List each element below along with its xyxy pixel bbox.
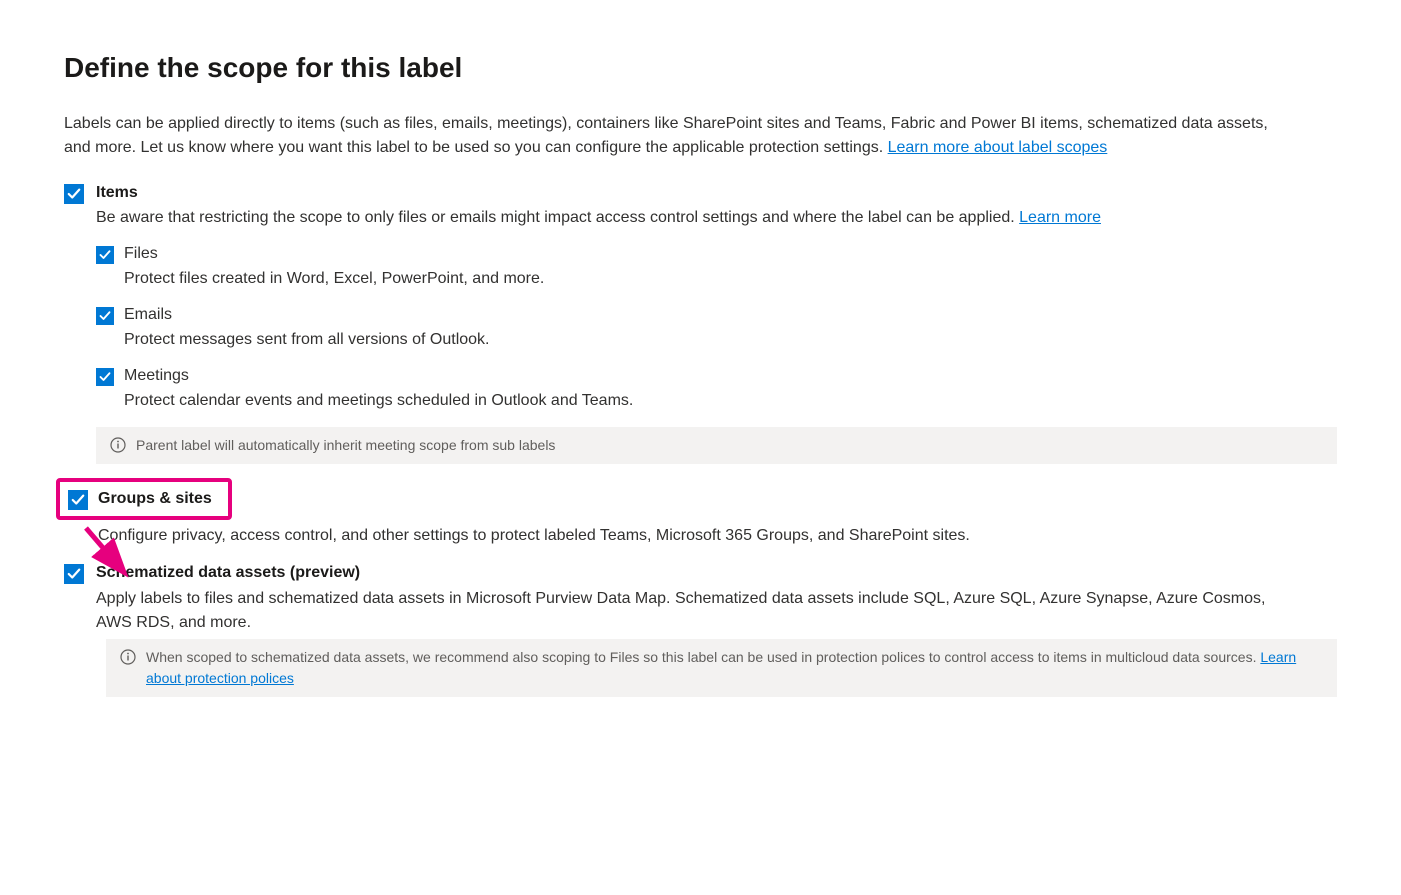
items-description: Be aware that restricting the scope to o… [96, 206, 1266, 230]
meetings-checkbox[interactable] [96, 368, 114, 386]
items-desc-text: Be aware that restricting the scope to o… [96, 209, 1019, 226]
checkmark-icon [99, 249, 111, 261]
scope-groups-sites: Groups & sites Configure privacy, access… [64, 478, 1337, 548]
meetings-label: Meetings [124, 366, 633, 387]
checkmark-icon [99, 310, 111, 322]
learn-more-scopes-link[interactable]: Learn more about label scopes [888, 139, 1108, 156]
checkmark-icon [67, 567, 81, 581]
schematized-info-banner: When scoped to schematized data assets, … [106, 639, 1337, 697]
items-checkbox[interactable] [64, 184, 84, 204]
emails-label: Emails [124, 305, 489, 326]
meetings-desc: Protect calendar events and meetings sch… [124, 389, 633, 413]
intro-text: Labels can be applied directly to items … [64, 112, 1274, 160]
items-learn-more-link[interactable]: Learn more [1019, 209, 1101, 226]
emails-checkbox[interactable] [96, 307, 114, 325]
highlight-annotation: Groups & sites [56, 478, 232, 520]
scope-schematized: Schematized data assets (preview) Apply … [64, 562, 1337, 696]
sub-item-meetings: Meetings Protect calendar events and mee… [96, 366, 1337, 413]
files-checkbox[interactable] [96, 246, 114, 264]
files-desc: Protect files created in Word, Excel, Po… [124, 267, 544, 291]
schematized-checkbox[interactable] [64, 564, 84, 584]
groups-sites-label: Groups & sites [98, 488, 212, 510]
scope-items: Items Be aware that restricting the scop… [64, 182, 1337, 464]
files-label: Files [124, 244, 544, 265]
checkmark-icon [67, 187, 81, 201]
schematized-info-text: When scoped to schematized data assets, … [146, 649, 1260, 665]
page-title: Define the scope for this label [64, 52, 1337, 84]
schematized-desc: Apply labels to files and schematized da… [96, 587, 1266, 635]
sub-item-emails: Emails Protect messages sent from all ve… [96, 305, 1337, 352]
groups-sites-desc: Configure privacy, access control, and o… [98, 524, 1337, 548]
schematized-label: Schematized data assets (preview) [96, 562, 1337, 584]
info-icon [110, 437, 126, 453]
info-icon [120, 649, 136, 665]
items-info-text: Parent label will automatically inherit … [136, 435, 1323, 456]
items-info-banner: Parent label will automatically inherit … [96, 427, 1337, 464]
emails-desc: Protect messages sent from all versions … [124, 328, 489, 352]
checkmark-icon [71, 493, 85, 507]
groups-sites-checkbox[interactable] [68, 490, 88, 510]
items-label: Items [96, 182, 1337, 204]
sub-item-files: Files Protect files created in Word, Exc… [96, 244, 1337, 291]
checkmark-icon [99, 371, 111, 383]
